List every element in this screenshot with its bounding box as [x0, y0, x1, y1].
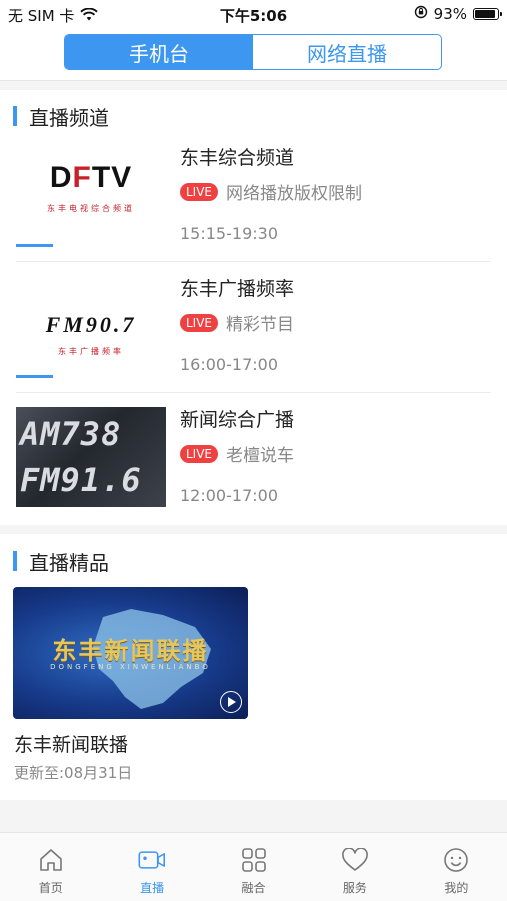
channel-time: 15:15-19:30	[180, 224, 278, 243]
section-gap	[0, 81, 507, 90]
am738-logo-line: AM738	[20, 415, 122, 453]
tab-mine-label: 我的	[444, 881, 469, 895]
home-icon	[37, 847, 65, 873]
thumb-underline	[16, 244, 53, 247]
battery-level	[475, 10, 495, 18]
tab-service-label: 服务	[342, 881, 367, 895]
section-marker	[13, 551, 17, 571]
channel-program: 网络播放版权限制	[226, 184, 363, 204]
channel-live-info: LIVE 网络播放版权限制	[180, 179, 362, 204]
live-badge: LIVE	[180, 182, 219, 201]
tab-web-live[interactable]: 网络直播	[253, 35, 441, 69]
tab-live-label: 直播	[140, 881, 165, 895]
section-marker	[13, 106, 17, 126]
channel-program: 老檀说车	[226, 446, 295, 466]
fm907-logo-subtitle: 东丰广播频率	[58, 347, 124, 356]
thumb-underline	[16, 375, 53, 378]
live-badge: LIVE	[180, 313, 219, 332]
channel-time: 16:00-17:00	[180, 355, 278, 374]
tab-fusion[interactable]: 融合	[203, 833, 304, 901]
tab-live[interactable]: 直播	[101, 833, 202, 901]
tab-service[interactable]: 服务	[304, 833, 405, 901]
grid-icon	[240, 847, 268, 873]
tab-home-label: 首页	[38, 881, 63, 895]
channel-name: 东丰广播频率	[180, 278, 295, 300]
video-camera-icon	[138, 847, 166, 873]
featured-video-thumbnail[interactable]: 东丰新闻联播 DONGFENG XINWENLIANBO	[13, 587, 248, 719]
featured-header: 直播精品	[0, 541, 507, 581]
bottom-spacer	[0, 800, 507, 832]
tab-home[interactable]: 首页	[0, 833, 101, 901]
battery-percent: 93%	[433, 5, 467, 23]
live-channels-header: 直播频道	[0, 96, 507, 136]
bottom-tab-bar: 首页 直播 融合 服务 我的	[0, 832, 507, 901]
channel-row-fm907[interactable]: FM90.7 东丰广播频率 东丰广播频率 LIVE 精彩节目 16:00-17:…	[0, 262, 507, 393]
status-right: 93%	[414, 5, 502, 23]
channel-row-news-radio[interactable]: AM738 FM91.6 新闻综合广播 LIVE 老檀说车 12:00-17:0…	[0, 393, 507, 524]
dftv-logo-subtitle: 东丰电视综合频道	[47, 204, 135, 213]
featured-art-title: 东丰新闻联播	[52, 637, 209, 665]
channel-logo-am738: AM738 FM91.6	[16, 407, 166, 507]
channel-name: 新闻综合广播	[180, 409, 295, 431]
live-badge: LIVE	[180, 444, 219, 463]
featured-update-date: 更新至:08月31日	[14, 764, 133, 782]
tab-mobile-station[interactable]: 手机台	[65, 35, 253, 69]
tab-mine[interactable]: 我的	[406, 833, 507, 901]
channel-row-dftv[interactable]: DFTV 东丰电视综合频道 东丰综合频道 LIVE 网络播放版权限制 15:15…	[0, 131, 507, 262]
channel-logo-fm907: FM90.7 东丰广播频率	[16, 276, 166, 378]
fm916-logo-line: FM91.6	[20, 461, 142, 499]
section-gap	[0, 525, 507, 534]
fm907-logo-mark: FM90.7	[45, 312, 137, 337]
channel-live-info: LIVE 精彩节目	[180, 310, 294, 335]
status-bar: 无 SIM 卡 下午5:06 93%	[0, 0, 507, 28]
play-icon[interactable]	[220, 691, 242, 713]
battery-icon	[473, 8, 502, 20]
featured-program-name[interactable]: 东丰新闻联播	[14, 730, 128, 757]
live-channels-title: 直播频道	[29, 105, 109, 130]
channel-time: 12:00-17:00	[180, 486, 278, 505]
rotation-lock-icon	[414, 5, 428, 23]
channel-live-info: LIVE 老檀说车	[180, 441, 294, 466]
channel-program: 精彩节目	[226, 315, 295, 335]
featured-art-subtitle: DONGFENG XINWENLIANBO	[50, 663, 211, 671]
smile-icon	[442, 847, 470, 873]
heart-icon	[341, 847, 369, 873]
dftv-logo-mark: DFTV	[49, 161, 133, 194]
featured-title: 直播精品	[29, 550, 109, 575]
channel-logo-dftv: DFTV 东丰电视综合频道	[16, 145, 166, 247]
tab-fusion-label: 融合	[241, 881, 266, 895]
channel-name: 东丰综合频道	[180, 147, 295, 169]
source-segmented-control: 手机台 网络直播	[64, 34, 442, 70]
